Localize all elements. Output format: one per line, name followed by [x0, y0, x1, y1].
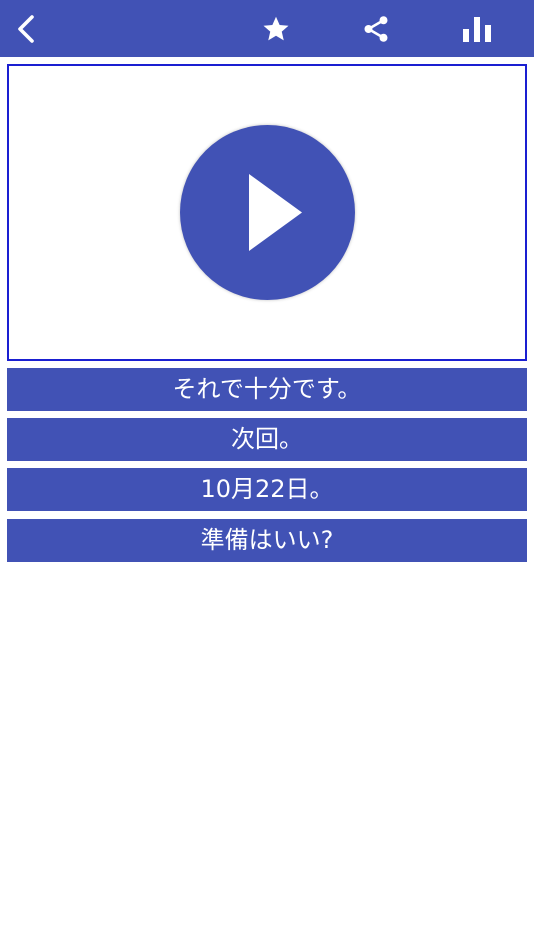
play-icon [249, 174, 302, 251]
phrase-item[interactable]: 10月22日。 [7, 468, 527, 511]
back-chevron-icon [18, 14, 34, 43]
video-player[interactable] [7, 64, 527, 361]
phrase-item[interactable]: それで十分です。 [7, 368, 527, 411]
share-icon [364, 15, 388, 42]
phrase-item[interactable]: 次回。 [7, 418, 527, 461]
back-button[interactable] [4, 0, 48, 57]
share-button[interactable] [354, 0, 398, 57]
star-icon [263, 16, 289, 40]
phrase-item[interactable]: 準備はいい? [7, 519, 527, 562]
top-toolbar [0, 0, 534, 57]
statistics-button[interactable] [455, 0, 499, 57]
play-button[interactable] [180, 125, 355, 300]
favorite-button[interactable] [254, 0, 298, 57]
bar-chart-icon [463, 16, 491, 42]
